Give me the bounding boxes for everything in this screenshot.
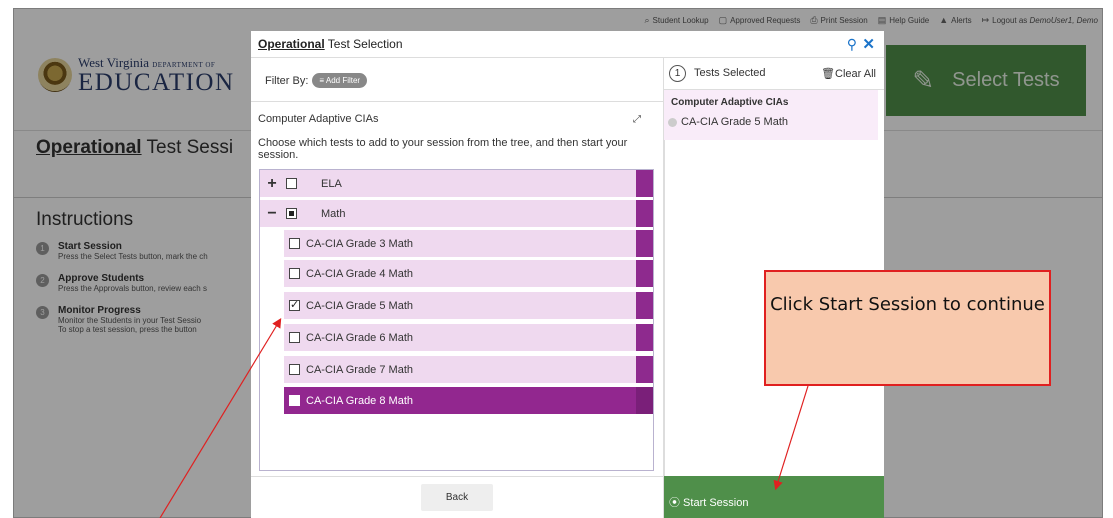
tree-row-label: Math — [321, 207, 346, 220]
checkbox[interactable] — [289, 395, 300, 406]
selected-test-label: CA-CIA Grade 5 Math — [681, 116, 788, 128]
selected-count-badge: 1 — [669, 65, 686, 82]
divider — [251, 476, 663, 477]
expand-plus-icon[interactable]: + — [263, 175, 281, 193]
tree-row-grade3[interactable]: CA-CIA Grade 3 Math — [284, 230, 653, 257]
instruction-callout: Click Start Session to continue — [764, 270, 1051, 386]
tree-row-label: CA-CIA Grade 4 Math — [306, 267, 413, 280]
row-marker — [636, 387, 653, 414]
checkbox[interactable] — [286, 178, 297, 189]
divider — [664, 140, 665, 518]
tree-row-math[interactable]: − Math — [260, 200, 653, 227]
tree-row-ela[interactable]: + ELA — [260, 170, 653, 197]
tree-row-grade4[interactable]: CA-CIA Grade 4 Math — [284, 260, 653, 287]
checkbox[interactable] — [289, 332, 300, 343]
filter-label: Filter By: — [265, 74, 309, 87]
remove-icon[interactable] — [668, 117, 677, 127]
tree-row-label: ELA — [321, 177, 342, 190]
clear-all-button[interactable]: 🗑Clear All — [821, 67, 876, 80]
test-tree-panel: Filter By: ≡ Add Filter Computer Adaptiv… — [251, 58, 664, 518]
close-icon[interactable]: ✕ — [862, 35, 875, 53]
test-tree: + ELA − Math CA-CIA Grade 3 Math CA-CIA … — [259, 169, 654, 471]
start-session-button[interactable]: ⦿ Start Session — [664, 476, 884, 518]
checkbox[interactable] — [289, 364, 300, 375]
row-marker — [636, 356, 653, 383]
tree-row-grade6[interactable]: CA-CIA Grade 6 Math — [284, 324, 653, 351]
tree-row-label: CA-CIA Grade 7 Math — [306, 363, 413, 376]
checkbox-partial[interactable] — [286, 208, 297, 219]
back-button[interactable]: Back — [421, 484, 493, 511]
checkbox[interactable] — [289, 238, 300, 249]
expand-icon[interactable]: ⤢ — [633, 114, 641, 125]
collapse-minus-icon[interactable]: − — [263, 205, 281, 223]
filter-bar: Filter By: ≡ Add Filter — [265, 73, 368, 88]
selected-label: Tests Selected — [694, 67, 766, 79]
tree-row-grade5[interactable]: CA-CIA Grade 5 Math — [284, 292, 653, 319]
row-marker — [636, 324, 653, 351]
row-marker — [636, 292, 653, 319]
selected-test-item[interactable]: CA-CIA Grade 5 Math — [668, 116, 788, 128]
modal-title: Operational Test Selection — [251, 31, 884, 58]
row-marker — [636, 200, 653, 227]
tree-instructions: Choose which tests to add to your sessio… — [258, 137, 628, 161]
checkbox[interactable] — [289, 268, 300, 279]
selected-group-title: Computer Adaptive CIAs — [671, 97, 789, 108]
row-marker — [636, 260, 653, 287]
tree-row-label: CA-CIA Grade 3 Math — [306, 237, 413, 250]
row-marker — [636, 170, 653, 197]
tree-row-label: CA-CIA Grade 5 Math — [306, 299, 413, 312]
tree-row-grade8[interactable]: CA-CIA Grade 8 Math — [284, 387, 653, 414]
tree-row-grade7[interactable]: CA-CIA Grade 7 Math — [284, 356, 653, 383]
row-marker — [636, 230, 653, 257]
tree-row-label: CA-CIA Grade 8 Math — [306, 394, 413, 407]
tree-row-label: CA-CIA Grade 6 Math — [306, 331, 413, 344]
search-icon[interactable]: ⚲ — [847, 36, 857, 53]
group-title: Computer Adaptive CIAs — [258, 113, 379, 125]
selected-group: Computer Adaptive CIAs CA-CIA Grade 5 Ma… — [664, 90, 878, 140]
add-filter-button[interactable]: ≡ Add Filter — [312, 73, 368, 88]
selected-tests-header: 1 Tests Selected 🗑Clear All — [664, 58, 884, 90]
divider — [251, 101, 663, 102]
checkbox-checked[interactable] — [289, 298, 300, 311]
